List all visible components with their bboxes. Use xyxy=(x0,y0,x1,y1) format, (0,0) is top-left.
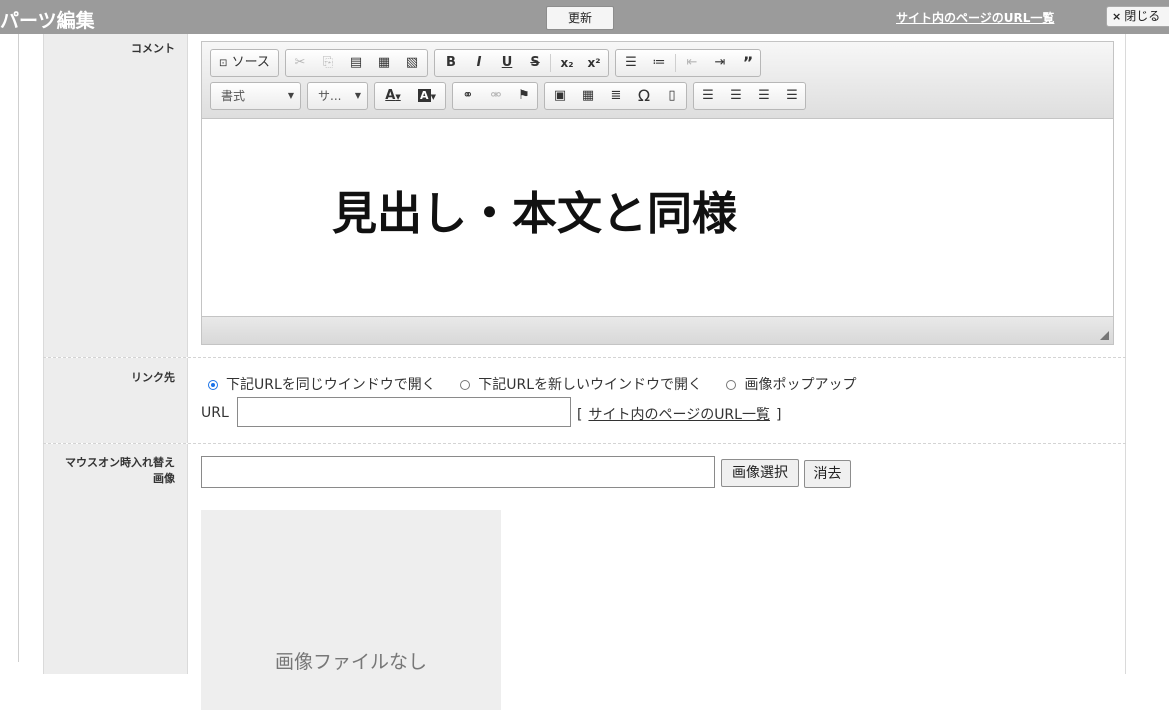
paste-icon[interactable]: ▤ xyxy=(342,50,370,76)
label-line: マウスオン時入れ替え xyxy=(65,456,175,469)
close-button[interactable]: × 閉じる xyxy=(1106,6,1169,27)
bracket-close: ] xyxy=(775,407,782,423)
clipboard-group: ✂ ⎘ ▤ ▦ ▧ xyxy=(285,49,428,77)
close-label: 閉じる xyxy=(1124,9,1161,23)
url-list-link[interactable]: サイト内のページのURL一覧 xyxy=(896,9,1054,26)
image-path-input[interactable] xyxy=(201,456,715,488)
outdent-icon[interactable]: ⇤ xyxy=(678,50,706,76)
update-button[interactable]: 更新 xyxy=(546,6,614,30)
row-label: コメント xyxy=(43,34,188,357)
subscript-icon[interactable]: x₂ xyxy=(553,50,581,76)
header-bar: パーツ編集 更新 サイト内のページのURL一覧 × 閉じる xyxy=(0,0,1169,34)
source-group: ⊡ ソース xyxy=(210,49,279,77)
italic-icon[interactable]: I xyxy=(465,50,493,76)
link-icon[interactable]: ⚭ xyxy=(454,83,482,109)
horizontal-rule-icon[interactable]: ≣ xyxy=(602,83,630,109)
list-group: ☰ ≔ ⇤ ⇥ ” xyxy=(615,49,761,77)
rich-text-editor: ⊡ ソース ✂ ⎘ ▤ ▦ ▧ B I U S x₂ x² ☰ ≔ ⇤ ⇥ ” … xyxy=(201,41,1114,345)
basic-style-group: B I U S x₂ x² xyxy=(434,49,609,77)
superscript-icon[interactable]: x² xyxy=(580,50,608,76)
no-image-text: 画像ファイルなし xyxy=(274,651,427,673)
resize-handle-icon[interactable] xyxy=(1100,331,1109,340)
link-row: リンク先 下記URLを同じウインドウで開く 下記URLを新しいウインドウで開く … xyxy=(43,358,1126,444)
iframe-icon[interactable]: ▯ xyxy=(658,83,686,109)
text-color-icon[interactable]: A▼ xyxy=(377,83,409,109)
comment-row: コメント ⊡ ソース ✂ ⎘ ▤ ▦ ▧ B I U S x₂ x² ☰ ≔ ⇤… xyxy=(43,34,1126,358)
radio-new-window[interactable] xyxy=(460,380,471,390)
size-label: サ... xyxy=(318,89,342,103)
editor-heading-text: 見出し・本文と同様 xyxy=(332,187,738,240)
select-image-button[interactable]: 画像選択 xyxy=(721,459,799,487)
numbered-list-icon[interactable]: ☰ xyxy=(617,50,645,76)
copy-icon[interactable]: ⎘ xyxy=(314,50,342,76)
editor-content-area[interactable]: 見出し・本文と同様 xyxy=(202,119,1113,318)
source-label: ソース xyxy=(231,55,270,70)
indent-icon[interactable]: ⇥ xyxy=(706,50,734,76)
radio-same-window[interactable] xyxy=(208,380,218,390)
radio-image-popup[interactable] xyxy=(726,380,737,390)
editor-toolbar: ⊡ ソース ✂ ⎘ ▤ ▦ ▧ B I U S x₂ x² ☰ ≔ ⇤ ⇥ ” … xyxy=(202,42,1113,119)
source-icon: ⊡ xyxy=(219,58,228,69)
comment-label: コメント xyxy=(131,42,175,55)
align-right-icon[interactable]: ☰ xyxy=(750,83,778,109)
paste-word-icon[interactable]: ▧ xyxy=(398,50,426,76)
unlink-icon[interactable]: ⚮ xyxy=(482,83,510,109)
format-label: 書式 xyxy=(221,89,246,103)
align-group: ☰ ☰ ☰ ☰ xyxy=(693,82,806,110)
strike-icon[interactable]: S xyxy=(521,50,549,76)
color-group: A▼ A ▼ xyxy=(374,82,446,110)
link-target-options: 下記URLを同じウインドウで開く 下記URLを新しいウインドウで開く 画像ポップ… xyxy=(208,374,876,394)
bullet-list-icon[interactable]: ≔ xyxy=(645,50,673,76)
size-select[interactable]: サ... ▼ xyxy=(307,82,368,110)
frame-border xyxy=(18,34,19,662)
chevron-down-icon: ▼ xyxy=(287,91,294,100)
blockquote-icon[interactable]: ” xyxy=(734,50,762,76)
special-char-icon[interactable]: Ω xyxy=(630,83,658,109)
editor-statusbar xyxy=(202,316,1113,344)
radio-label: 下記URLを同じウインドウで開く xyxy=(226,377,436,393)
row-label: リンク先 xyxy=(43,358,188,443)
justify-icon[interactable]: ☰ xyxy=(778,83,806,109)
url-list-link[interactable]: サイト内のページのURL一覧 xyxy=(588,407,770,423)
source-button[interactable]: ⊡ ソース xyxy=(211,50,278,76)
align-center-icon[interactable]: ☰ xyxy=(722,83,750,109)
url-input[interactable] xyxy=(237,397,571,427)
chevron-down-icon: ▼ xyxy=(354,91,361,100)
row-content: 下記URLを同じウインドウで開く 下記URLを新しいウインドウで開く 画像ポップ… xyxy=(188,358,1126,443)
radio-label: 下記URLを新しいウインドウで開く xyxy=(478,377,703,393)
insert-group: ▣ ▦ ≣ Ω ▯ xyxy=(544,82,687,110)
table-icon[interactable]: ▦ xyxy=(574,83,602,109)
hover-image-row: マウスオン時入れ替え 画像 画像選択 消去 画像ファイルなし xyxy=(43,444,1126,710)
link-label: リンク先 xyxy=(131,371,175,384)
hover-image-label: マウスオン時入れ替え 画像 xyxy=(65,455,175,487)
anchor-flag-icon[interactable]: ⚑ xyxy=(510,83,538,109)
align-left-icon[interactable]: ☰ xyxy=(694,83,722,109)
label-line: 画像 xyxy=(153,472,175,485)
url-list-bracket: [ サイト内のページのURL一覧] xyxy=(577,404,781,424)
link-group: ⚭ ⚮ ⚑ xyxy=(452,82,538,110)
close-icon: × xyxy=(1112,10,1122,23)
url-label: URL xyxy=(201,405,229,421)
bg-color-icon[interactable]: A ▼ xyxy=(411,83,443,109)
underline-icon[interactable]: U xyxy=(493,50,521,76)
cut-icon[interactable]: ✂ xyxy=(286,50,314,76)
paste-text-icon[interactable]: ▦ xyxy=(370,50,398,76)
row-content: 画像選択 消去 画像ファイルなし xyxy=(188,444,1126,710)
page-title: パーツ編集 xyxy=(0,10,95,32)
image-placeholder: 画像ファイルなし xyxy=(201,510,501,710)
format-select[interactable]: 書式 ▼ xyxy=(210,82,301,110)
clear-image-button[interactable]: 消去 xyxy=(804,460,851,488)
radio-label: 画像ポップアップ xyxy=(744,377,857,393)
bracket-open: [ xyxy=(577,407,583,423)
image-icon[interactable]: ▣ xyxy=(546,83,574,109)
bold-icon[interactable]: B xyxy=(437,50,465,76)
row-label: マウスオン時入れ替え 画像 xyxy=(43,444,188,674)
